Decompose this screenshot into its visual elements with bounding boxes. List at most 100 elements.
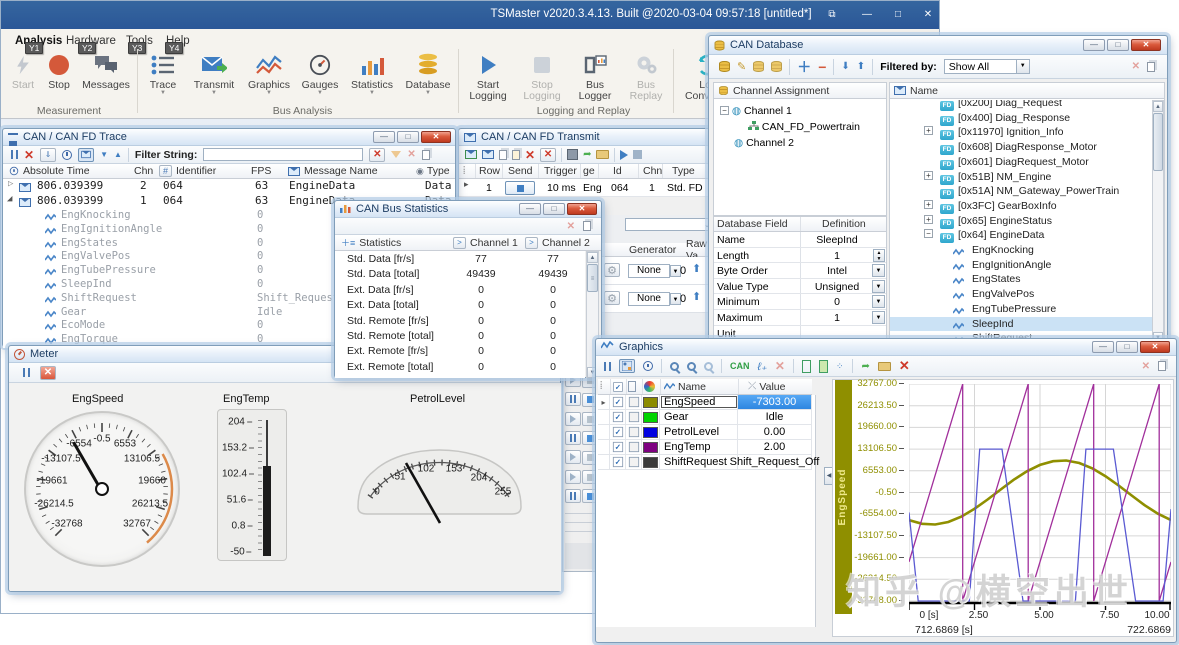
graphics-signal-row[interactable]: ✓ ✓ PetrolLevel 0.00 [598, 425, 812, 440]
gear-icon[interactable]: ⚙ [604, 263, 620, 277]
node-control-row[interactable] [565, 392, 599, 407]
maximize-button[interactable]: □ [1107, 39, 1129, 51]
node-control-row[interactable] [565, 450, 599, 465]
db-message-item[interactable]: +FD[0x65] EngineStatus [890, 214, 1152, 229]
filter-select[interactable]: Show All▼ [944, 59, 1030, 74]
start-button[interactable]: Start [5, 49, 41, 105]
field-row[interactable]: Value TypeUnsigned▼ [714, 279, 886, 295]
db-message-item[interactable]: +FD[0x51B] NM_Engine [890, 170, 1152, 185]
col-generator[interactable]: Generator [629, 243, 676, 256]
scrollbar[interactable]: ▲ ▼ [1152, 100, 1164, 343]
open-folder-icon[interactable] [596, 150, 609, 159]
graphics-signal-row[interactable]: ✓ ✓ EngTemp 2.00 [598, 440, 812, 455]
copy-icon[interactable] [1158, 361, 1166, 371]
close-button[interactable]: ✕ [1140, 341, 1170, 353]
db-message-item[interactable]: FD[0x51A] NM_Gateway_PowerTrain [890, 184, 1152, 199]
statistics-row[interactable]: Std. Remote [fr/s]00 [335, 313, 585, 328]
export-icon[interactable]: ➦ [583, 149, 591, 160]
col-database-field[interactable]: Database Field [717, 217, 788, 231]
statistics-button[interactable]: Statistics▼ [344, 49, 400, 105]
delete-all-icon[interactable]: ✕ [540, 148, 556, 162]
tree-item-channel1[interactable]: − ◍ Channel 1 [720, 105, 792, 117]
trace-frame-row[interactable]: ▷ 806.039399 2 064 63 EngineData Data [3, 179, 455, 194]
db-signal-item[interactable]: EngStates [890, 272, 1152, 287]
start-logging-button[interactable]: Start Logging [461, 49, 515, 105]
expand-icon[interactable]: > [525, 237, 538, 249]
open-folder-icon[interactable] [878, 362, 891, 371]
maximize-button[interactable]: □ [1116, 341, 1138, 353]
col-definition[interactable]: Definition [822, 217, 866, 231]
col-chn[interactable]: Chn [134, 164, 153, 178]
statistics-row[interactable]: Std. Data [fr/s]7777 [335, 251, 585, 266]
statistics-row[interactable]: Std. Remote [total]00 [335, 328, 585, 343]
close-button[interactable]: ✕ [917, 7, 939, 22]
col-value[interactable]: Value [759, 381, 785, 393]
minimize-button[interactable]: — [856, 7, 878, 22]
maximize-button[interactable]: □ [887, 7, 909, 22]
statistics-row[interactable]: Ext. Remote [total]00 [335, 359, 585, 374]
node-control-row[interactable] [565, 412, 599, 427]
name-header[interactable]: Name [910, 85, 938, 97]
filter-funnel-icon[interactable] [391, 151, 401, 158]
signal-up-icon[interactable]: ⬆ [692, 262, 701, 275]
maximize-button[interactable]: □ [543, 203, 565, 215]
statistics-row[interactable]: Ext. Data [fr/s]00 [335, 282, 585, 297]
db-message-item[interactable]: FD[0x608] DiagResponse_Motor [890, 140, 1152, 155]
transmit-row[interactable]: ▸ 1 10 ms Eng 064 1 Std. FD [459, 179, 711, 197]
engtemp-gauge[interactable]: 204 153.2 102.4 51.6 0.8 -50 [217, 409, 287, 561]
minus-icon[interactable]: − [818, 59, 826, 75]
database-button[interactable]: Database▼ [400, 49, 456, 105]
node-control-row[interactable] [565, 489, 599, 504]
tree-item-channel2[interactable]: ◍ Channel 2 [734, 137, 794, 149]
save-icon[interactable] [567, 149, 578, 160]
db-message-item[interactable]: FD[0x601] DiagRequest_Motor [890, 155, 1152, 170]
minimize-button[interactable]: — [373, 131, 395, 143]
move-down-icon[interactable]: ⬇ [841, 61, 849, 72]
field-row[interactable]: Byte OrderIntel▼ [714, 263, 886, 279]
db-signal-item[interactable]: EngIgnitionAngle [890, 258, 1152, 273]
trace-button[interactable]: Trace▼ [140, 49, 186, 105]
envelope-icon[interactable] [482, 150, 494, 159]
minimize-button[interactable]: — [1092, 341, 1114, 353]
field-row[interactable]: Length1▲▼ [714, 248, 886, 264]
expand-icon[interactable]: > [453, 237, 466, 249]
statistics-row[interactable]: Ext. Remote [fr/s]00 [335, 343, 585, 358]
clock-icon[interactable] [643, 361, 653, 371]
move-down-icon[interactable]: ▼ [100, 150, 108, 159]
filter-clear-icon[interactable]: ✕ [369, 148, 385, 162]
scroll-bottom-icon[interactable]: ⇓ [40, 148, 56, 162]
db-signal-item[interactable]: SleepInd [890, 317, 1152, 332]
scroll-up-icon[interactable]: ▲ [587, 252, 598, 263]
col-msg[interactable]: ge [583, 164, 595, 178]
clock-icon[interactable] [62, 150, 72, 160]
graphics-window-titlebar[interactable]: Graphics [596, 339, 1176, 356]
pause-icon[interactable] [604, 362, 611, 371]
play-icon[interactable] [620, 150, 628, 160]
col-id[interactable]: Id [613, 164, 622, 178]
clear-icon[interactable]: ✕ [1132, 61, 1140, 72]
col-row[interactable]: Row [479, 164, 500, 178]
node-control-row[interactable] [565, 470, 599, 485]
field-row[interactable]: Minimum0▼ [714, 294, 886, 310]
scroll-up-icon[interactable]: ▲ [1153, 101, 1163, 112]
add-database-icon[interactable] [719, 61, 730, 72]
statistics-row[interactable]: Ext. Data [total]00 [335, 297, 585, 312]
generator-select[interactable]: None▼ [628, 264, 670, 278]
delete-signal-icon[interactable]: ✕ [775, 359, 785, 373]
paste-icon[interactable] [512, 150, 520, 160]
send-button[interactable] [505, 181, 535, 195]
plus-icon[interactable]: ＋ [797, 57, 811, 77]
add-frame-icon[interactable] [465, 150, 477, 159]
zoom-out-icon[interactable] [687, 362, 696, 371]
delete-icon[interactable]: ✕ [525, 148, 535, 162]
db-signal-item[interactable]: EngValvePos [890, 287, 1152, 302]
close-red-icon[interactable]: ✕ [40, 366, 56, 380]
db-message-item[interactable]: FD[0x200] Diag_Request [890, 100, 1152, 111]
transmit-window-titlebar[interactable]: CAN / CAN FD Transmit [459, 129, 711, 146]
scroll-thumb[interactable]: ≡ [587, 264, 598, 292]
tree-item-can-fd-powertrain[interactable]: CAN_FD_Powertrain [748, 121, 860, 133]
move-up-icon[interactable]: ⬆ [857, 61, 865, 72]
db-message-item[interactable]: −FD[0x64] EngineData [890, 228, 1152, 243]
engspeed-gauge[interactable]: -0.5655313106.51966026213.532767-32768-2… [24, 411, 180, 567]
dropdown-button[interactable]: ▼ [872, 311, 885, 324]
